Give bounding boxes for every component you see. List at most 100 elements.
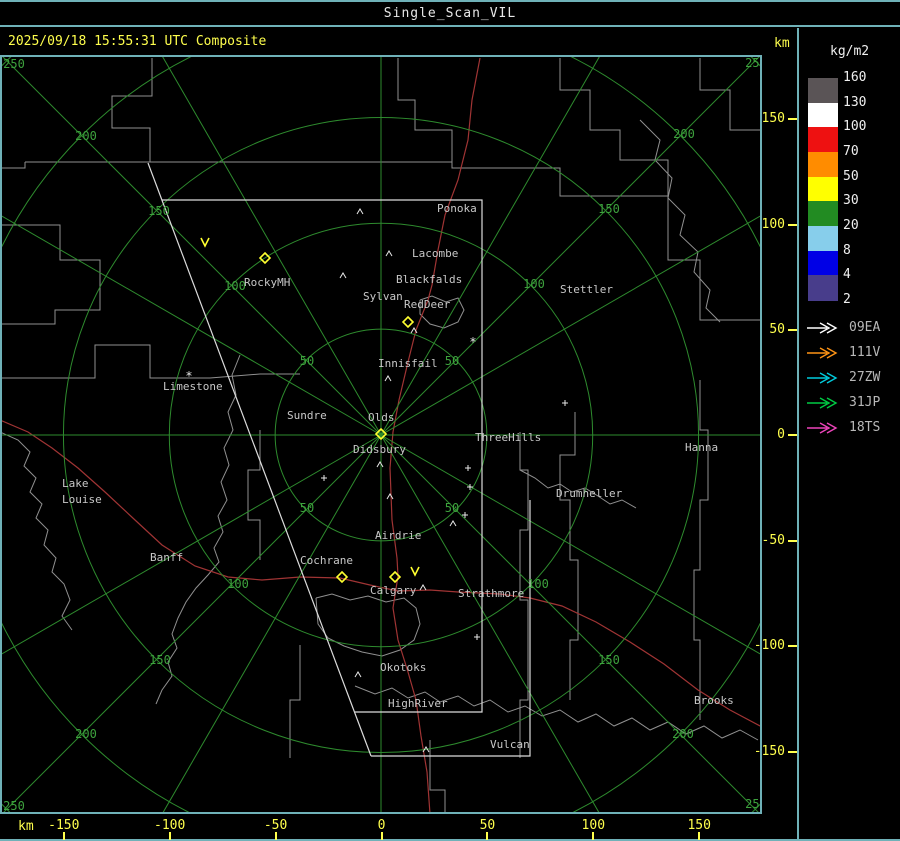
legend-swatch [808,78,838,104]
ring-distance-label: 250 [745,797,760,811]
bottom-axis-tick [168,832,171,840]
city-label: Banff [150,551,183,564]
ring-distance-label: 50 [445,354,459,368]
city-label: Ponoka [437,202,477,215]
legend-threshold-label: 4 [843,267,851,283]
city-label: RedDeer [404,298,451,311]
right-axis-tick-label: -150 [753,743,785,759]
ring-distance-label: 100 [224,279,246,293]
legend-threshold-label: 100 [843,119,867,135]
track-id-label: 27ZW [849,370,881,385]
ring-distance-label: 200 [673,127,695,141]
city-label: ThreeHills [475,431,541,444]
legend-swatch [808,176,838,202]
town-asterisk-icon: * [469,335,476,349]
city-label: Airdrie [375,529,421,542]
town-caret-icon [386,493,394,500]
legend-swatch [808,152,838,178]
ring-distance-label: 150 [148,204,170,218]
track-id-label: 111V [849,345,881,360]
town-caret-icon [376,461,384,468]
legend-swatch [808,102,838,128]
bottom-axis-tick-label: -50 [263,818,288,833]
storm-vector-icon [410,566,420,577]
town-plus-icon [474,634,480,640]
right-axis-tick [788,750,797,753]
bottom-axis-tick [486,832,489,840]
legend-threshold-label: 30 [843,193,859,209]
legend-swatch [808,127,838,153]
scan-timestamp: 2025/09/18 15:55:31 UTC Composite [8,34,267,49]
city-label: Blackfalds [396,273,462,286]
city-label: Brooks [694,694,734,707]
legend-threshold-label: 50 [843,168,859,184]
city-label: Strathmore [458,587,524,600]
right-axis-tick [788,434,797,437]
radar-site-icon [401,315,415,329]
ring-distance-label: 250 [3,57,25,71]
azimuth-spoke [3,434,382,812]
ring-distance-label: 200 [75,129,97,143]
ring-distance-label: 250 [3,799,25,812]
legend-unit-label: kg/m2 [830,44,870,59]
storm-vector-icon [200,237,210,248]
county-boundary [2,162,26,169]
county-boundary [2,432,73,631]
town-plus-icon [465,465,471,471]
right-axis-tick [788,329,797,331]
right-axis-tick [788,223,797,226]
title-divider [0,25,900,27]
town-caret-icon [354,671,362,678]
bottom-axis-tick-label: 150 [687,818,711,833]
town-caret-icon [385,250,393,257]
city-label: Lacombe [412,247,458,260]
right-axis-tick-label: 50 [769,322,785,337]
bottom-axis-tick [274,832,277,840]
city-label: RockyMH [244,276,290,289]
legend-threshold-label: 160 [843,70,867,85]
legend-swatch [808,201,838,227]
right-axis-tick-label: 100 [761,216,785,232]
track-arrow-icon [807,372,838,384]
ring-distance-label: 100 [527,577,549,591]
legend-threshold-label: 70 [843,144,859,159]
right-axis-tick [788,118,797,121]
city-label: Drumheller [556,487,623,500]
city-label: Olds [368,411,395,424]
legend-separator [797,28,799,841]
right-axis-tick [788,645,797,648]
county-boundary [2,344,300,379]
bottom-axis-tick-label: 0 [377,818,386,833]
radar-site-icon [388,570,402,584]
town-caret-icon [449,520,457,527]
county-boundary [559,412,579,700]
city-label: Calgary [370,584,417,597]
azimuth-spoke [162,434,382,812]
track-id-label: 18TS [849,420,881,435]
county-boundary [639,119,721,323]
legend-swatch [808,250,838,276]
bottom-axis-tick-label: -100 [154,818,186,833]
city-label: Okotoks [380,661,426,674]
county-boundary [247,430,261,560]
track-id-label: 09EA [849,320,881,335]
bottom-axis-tick [698,832,701,840]
city-label: Louise [62,493,102,506]
city-label: Cochrane [300,554,353,567]
town-plus-icon [562,400,568,406]
county-boundary [155,354,241,705]
track-id-label: 31JP [849,395,881,410]
ring-distance-label: 200 [75,727,97,741]
bottom-axis-tick-label: -150 [48,818,80,833]
track-arrow-icon [807,322,838,334]
bottom-axis-tick [62,832,65,840]
town-caret-icon [419,584,427,591]
city-label: Limestone [163,380,223,393]
bottom-axis-tick [592,832,595,840]
right-axis-tick-label: -50 [761,532,785,548]
county-boundary [559,58,669,196]
city-label: Innisfail [378,357,438,370]
city-label: Sylvan [363,290,403,303]
city-label: Sundre [287,409,327,422]
ring-distance-label: 150 [149,653,171,667]
